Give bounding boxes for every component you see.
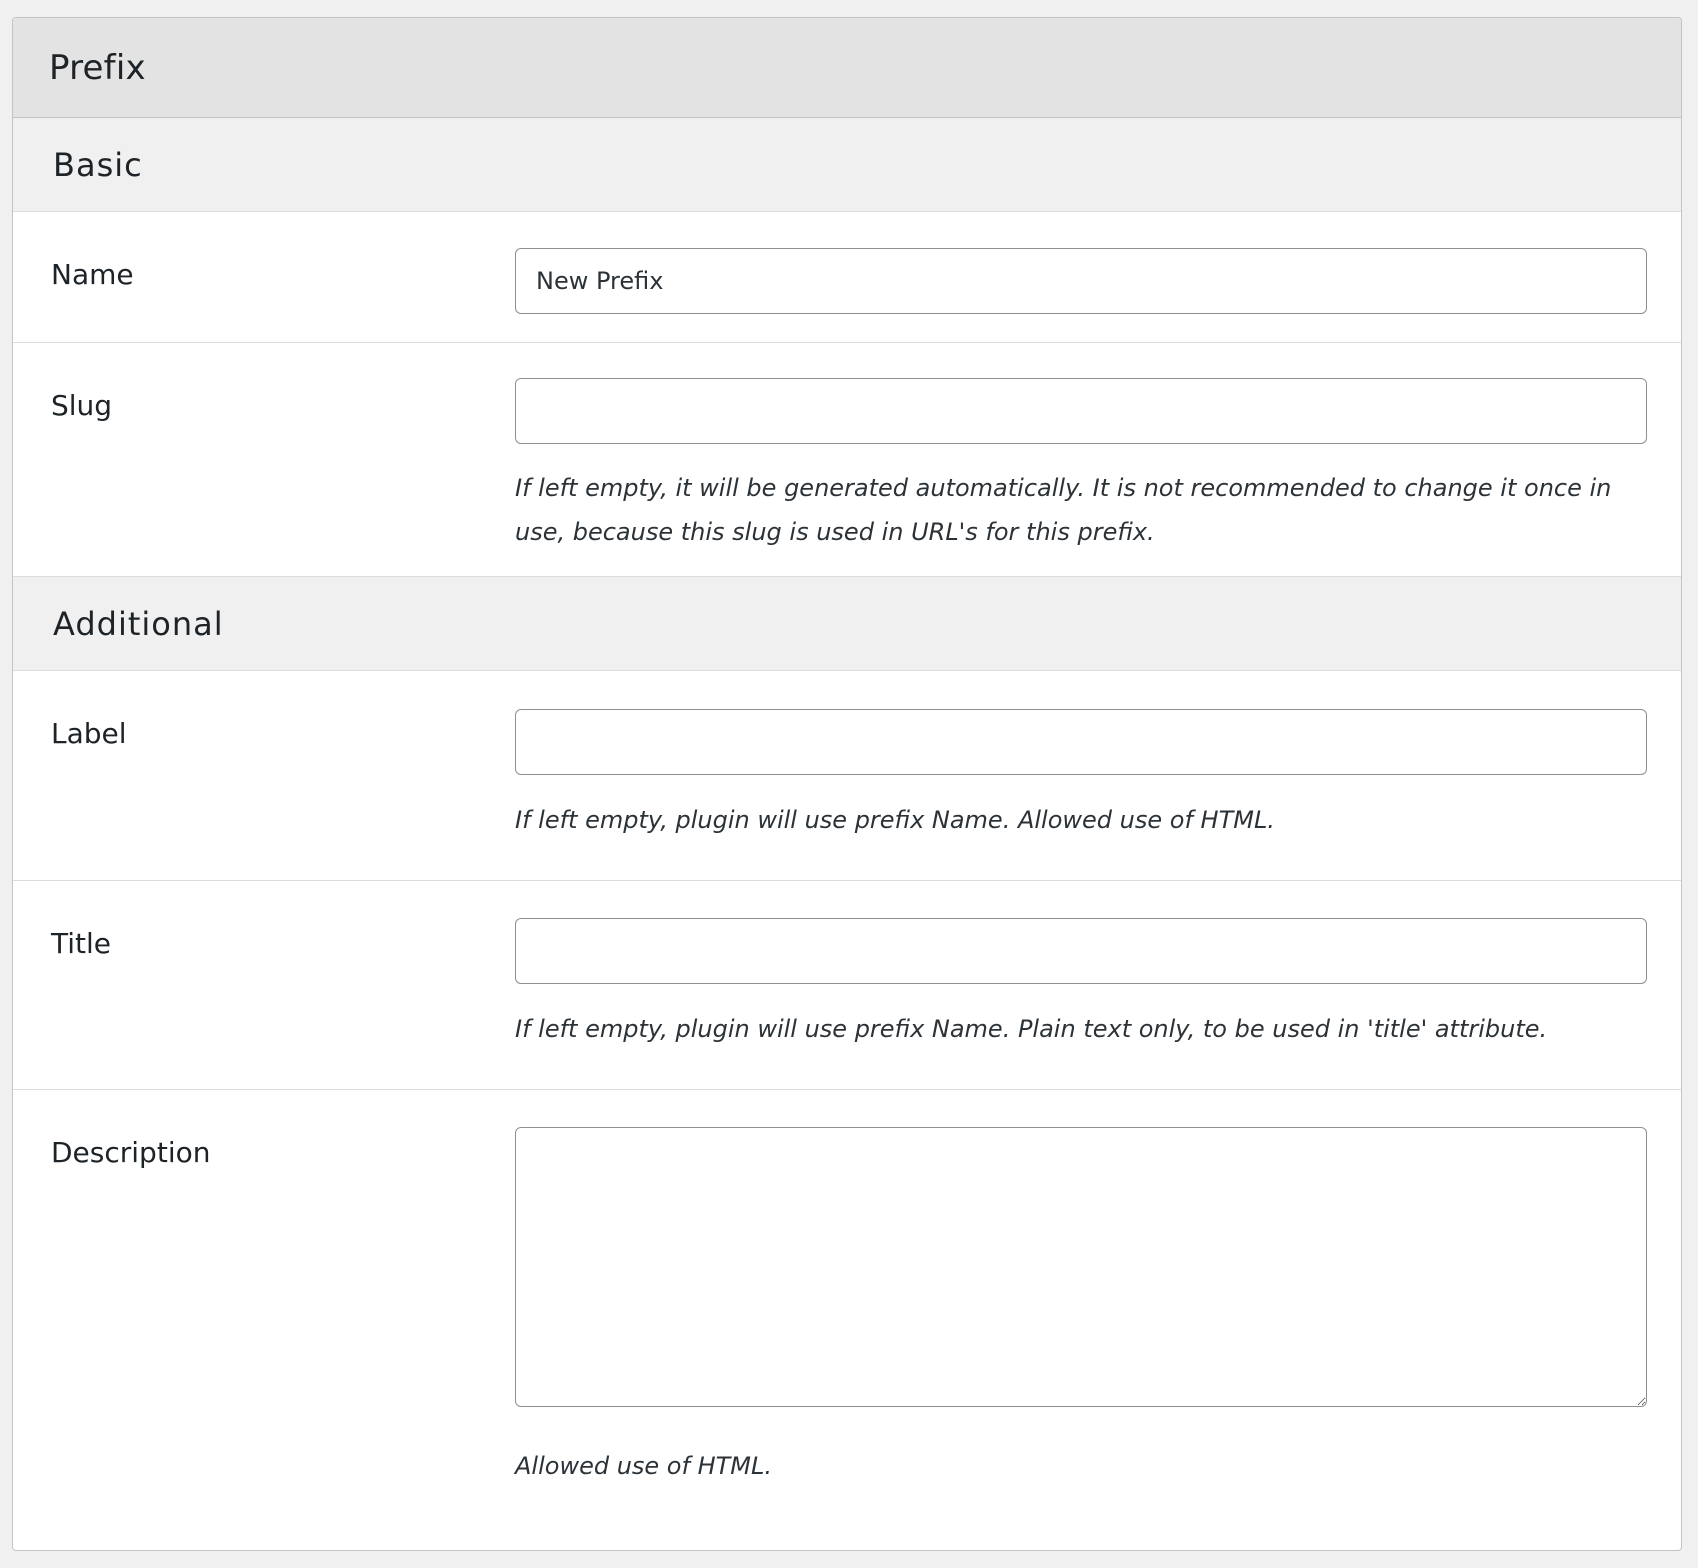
title-label: Title bbox=[51, 927, 112, 960]
description-help-text: Allowed use of HTML. bbox=[515, 1452, 772, 1480]
section-header-additional: Additional bbox=[13, 577, 1681, 671]
name-label: Name bbox=[51, 258, 134, 291]
title-input[interactable] bbox=[515, 918, 1647, 984]
label-label: Label bbox=[51, 717, 127, 750]
row-label: Label If left empty, plugin will use pre… bbox=[13, 671, 1681, 881]
slug-input[interactable] bbox=[515, 378, 1647, 444]
section-header-basic: Basic bbox=[13, 118, 1681, 212]
description-field-wrap: Allowed use of HTML. bbox=[515, 1090, 1647, 1488]
row-slug: Slug If left empty, it will be generated… bbox=[13, 343, 1681, 577]
row-title: Title If left empty, plugin will use pre… bbox=[13, 881, 1681, 1090]
title-field-wrap: If left empty, plugin will use prefix Na… bbox=[515, 881, 1647, 1051]
description-textarea[interactable] bbox=[515, 1127, 1647, 1407]
section-title-basic: Basic bbox=[53, 145, 143, 184]
label-field-wrap: If left empty, plugin will use prefix Na… bbox=[515, 671, 1647, 842]
label-help-text: If left empty, plugin will use prefix Na… bbox=[515, 806, 1275, 834]
panel-header: Prefix bbox=[13, 18, 1681, 118]
row-description: Description Allowed use of HTML. bbox=[13, 1090, 1681, 1540]
slug-help-text: If left empty, it will be generated auto… bbox=[515, 474, 1612, 546]
title-help-text: If left empty, plugin will use prefix Na… bbox=[515, 1015, 1548, 1043]
name-input[interactable] bbox=[515, 248, 1647, 314]
description-label: Description bbox=[51, 1136, 211, 1169]
name-field-wrap bbox=[515, 212, 1647, 314]
row-name: Name bbox=[13, 212, 1681, 343]
section-title-additional: Additional bbox=[53, 604, 224, 643]
prefix-panel: Prefix Basic Name Slug If left empty, it… bbox=[12, 17, 1682, 1551]
slug-label: Slug bbox=[51, 389, 113, 422]
slug-field-wrap: If left empty, it will be generated auto… bbox=[515, 343, 1647, 554]
label-input[interactable] bbox=[515, 709, 1647, 775]
panel-title: Prefix bbox=[49, 47, 146, 88]
